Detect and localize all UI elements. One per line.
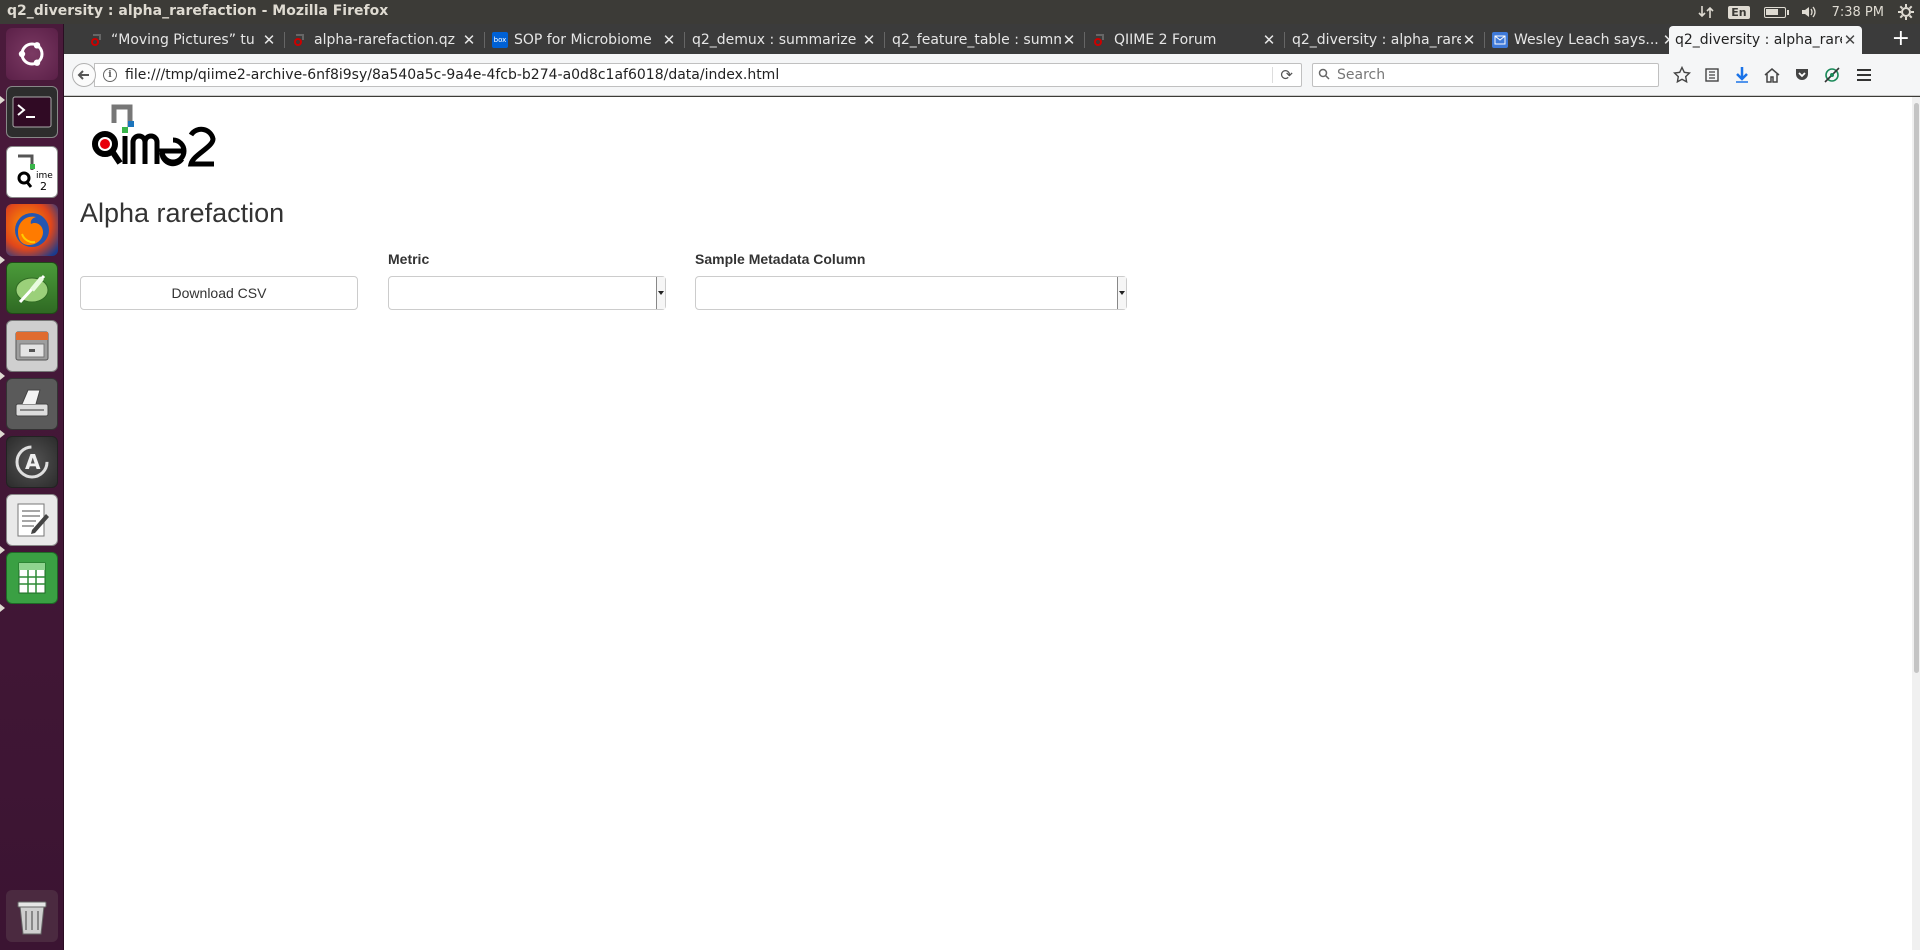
close-icon[interactable]: ✕: [1061, 31, 1077, 49]
window-title: q2_diversity : alpha_rarefaction - Mozil…: [7, 3, 389, 19]
running-indicator: [0, 430, 5, 438]
text-editor-icon[interactable]: [6, 494, 58, 546]
tab-alpha-rarefaction-qzv[interactable]: alpha-rarefaction.qz ✕: [286, 26, 481, 54]
qiime-favicon-icon: [89, 32, 105, 48]
close-icon[interactable]: ✕: [1261, 31, 1277, 49]
chevron-down-icon[interactable]: [1117, 277, 1126, 309]
tab-label: q2_feature_table : summ: [892, 32, 1061, 48]
search-icon: [1318, 68, 1330, 80]
tab-wesley-leach[interactable]: Wesley Leach says... ✕: [1486, 26, 1681, 54]
close-icon[interactable]: ✕: [1461, 31, 1477, 49]
navigation-bar: i file:///tmp/qiime2-archive-6nf8i9sy/8a…: [64, 54, 1920, 96]
language-indicator[interactable]: En: [1728, 5, 1750, 19]
running-indicator: [0, 372, 5, 380]
close-icon[interactable]: ✕: [461, 31, 477, 49]
scanner-icon[interactable]: [6, 378, 58, 430]
svg-text:2: 2: [40, 180, 47, 193]
bookmark-star-icon[interactable]: [1672, 65, 1692, 85]
firefox-icon[interactable]: [6, 204, 58, 256]
gear-icon[interactable]: [1898, 4, 1914, 20]
tab-label: “Moving Pictures” tu: [111, 32, 255, 48]
chevron-down-icon[interactable]: [656, 277, 665, 309]
scrollbar-thumb[interactable]: [1914, 103, 1919, 673]
network-updown-icon[interactable]: [1698, 4, 1714, 20]
running-indicator: [0, 256, 5, 264]
svg-text:A: A: [25, 450, 41, 474]
box-favicon-icon: box: [492, 32, 508, 48]
top-panel: q2_diversity : alpha_rarefaction - Mozil…: [0, 0, 1920, 24]
tab-label: alpha-rarefaction.qz: [314, 32, 455, 48]
page-content: Alpha rarefaction Metric Sample Metadata…: [64, 97, 1920, 950]
reading-list-icon[interactable]: [1702, 65, 1722, 85]
tab-q2-diversity-active[interactable]: q2_diversity : alpha_rare ✕: [1669, 26, 1862, 54]
metadata-column-label: Sample Metadata Column: [695, 251, 866, 267]
close-icon[interactable]: ✕: [661, 31, 677, 49]
close-icon[interactable]: ✕: [1842, 31, 1858, 49]
home-icon[interactable]: [1762, 65, 1782, 85]
tab-label: q2_diversity : alpha_rare: [1292, 32, 1461, 48]
reload-icon[interactable]: ⟳: [1280, 66, 1293, 84]
tab-label: SOP for Microbiome: [514, 32, 652, 48]
menu-hamburger-icon[interactable]: [1854, 65, 1874, 85]
qiime-favicon-icon: [1092, 32, 1108, 48]
tab-label: q2_demux : summarize: [692, 32, 857, 48]
qiime2-logo: [92, 104, 216, 167]
back-button[interactable]: [72, 63, 96, 87]
close-icon[interactable]: ✕: [861, 31, 877, 49]
search-bar[interactable]: Search: [1312, 63, 1659, 87]
metadata-column-select[interactable]: [695, 276, 1127, 310]
qiime2-icon[interactable]: ime 2: [6, 146, 58, 198]
url-text[interactable]: file:///tmp/qiime2-archive-6nf8i9sy/8a54…: [125, 67, 779, 83]
tab-q2-feature-table[interactable]: q2_feature_table : summ ✕: [886, 26, 1081, 54]
tab-q2-diversity-1[interactable]: q2_diversity : alpha_rare ✕: [1286, 26, 1481, 54]
tab-label: Wesley Leach says...: [1514, 32, 1659, 48]
tab-label: q2_diversity : alpha_rare: [1675, 32, 1842, 48]
spreadsheet-icon[interactable]: [6, 552, 58, 604]
search-placeholder: Search: [1337, 67, 1386, 83]
mail-favicon-icon: [1492, 32, 1508, 48]
trash-icon[interactable]: [6, 890, 58, 942]
tab-sop-microbiome[interactable]: box SOP for Microbiome ✕: [486, 26, 681, 54]
tab-moving-pictures[interactable]: “Moving Pictures” tu ✕: [83, 26, 281, 54]
metric-select[interactable]: [388, 276, 666, 310]
extension-icon[interactable]: [1822, 65, 1842, 85]
qiime-favicon-icon: [292, 32, 308, 48]
running-indicator: [0, 604, 5, 612]
ubuntu-logo-icon[interactable]: [6, 28, 58, 80]
running-indicator: [0, 96, 5, 104]
unity-launcher: ime 2 A: [0, 24, 64, 950]
page-title: Alpha rarefaction: [80, 198, 285, 228]
clock[interactable]: 7:38 PM: [1832, 5, 1884, 20]
volume-icon[interactable]: [1800, 4, 1818, 20]
downloads-icon[interactable]: [1732, 65, 1752, 85]
tab-q2-demux[interactable]: q2_demux : summarize ✕: [686, 26, 881, 54]
vertical-scrollbar[interactable]: [1912, 97, 1920, 950]
metric-label: Metric: [388, 251, 430, 267]
info-icon[interactable]: i: [103, 68, 117, 82]
back-arrow-icon: [77, 70, 89, 80]
url-bar[interactable]: i file:///tmp/qiime2-archive-6nf8i9sy/8a…: [94, 63, 1302, 87]
archive-icon[interactable]: [6, 320, 58, 372]
battery-icon[interactable]: [1763, 6, 1789, 18]
close-icon[interactable]: ✕: [261, 31, 277, 49]
tab-strip: “Moving Pictures” tu ✕ alpha-rarefaction…: [64, 24, 1920, 54]
updater-icon[interactable]: A: [6, 436, 58, 488]
terminal-icon[interactable]: [6, 86, 58, 138]
new-tab-button[interactable]: +: [1892, 26, 1910, 52]
tab-qiime2-forum[interactable]: QIIME 2 Forum ✕: [1086, 26, 1281, 54]
running-indicator: [0, 546, 5, 554]
download-csv-button[interactable]: Download CSV: [80, 276, 358, 310]
indicator-area: En 7:38 PM: [1698, 0, 1914, 24]
tab-label: QIIME 2 Forum: [1114, 32, 1217, 48]
pocket-icon[interactable]: [1792, 65, 1812, 85]
feather-icon[interactable]: [6, 262, 58, 314]
